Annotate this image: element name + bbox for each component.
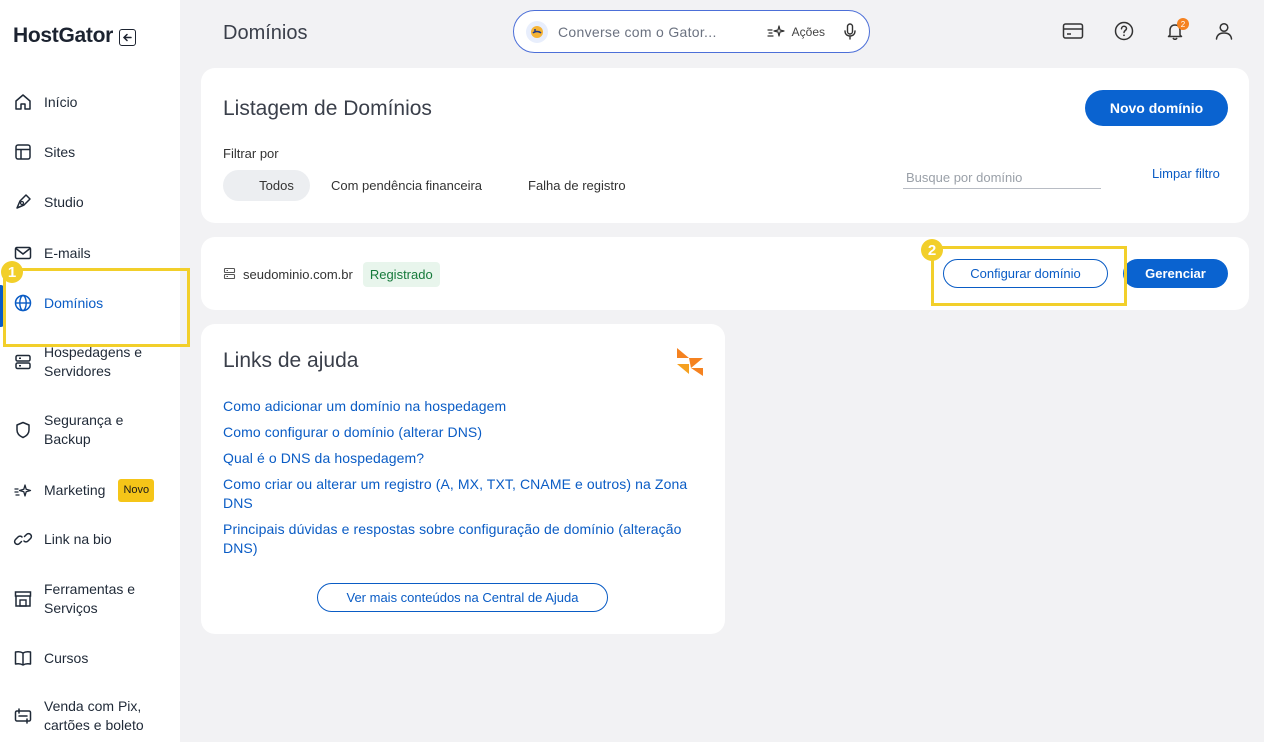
domain-search-input[interactable]: Busque por domínio — [903, 166, 1101, 189]
filter-chip-registration-failure[interactable]: Falha de registro — [528, 170, 626, 201]
help-link[interactable]: Como configurar o domínio (alterar DNS) — [223, 423, 713, 442]
sidebar-item-label: Segurança e Backup — [44, 412, 124, 447]
sidebar-item-cursos[interactable]: Cursos — [13, 648, 88, 668]
help-link[interactable]: Principais dúvidas e respostas sobre con… — [223, 520, 713, 558]
sidebar-item-label: Cursos — [44, 649, 89, 666]
chat-input-placeholder[interactable]: Converse com o Gator... — [558, 24, 767, 40]
step-badge-1: 1 — [1, 261, 23, 283]
filter-label: Filtrar por — [223, 146, 279, 161]
sidebar-item-label: Sites — [44, 143, 76, 160]
magic-wand-icon — [767, 24, 785, 37]
highlight-box-step-2 — [931, 246, 1127, 306]
sidebar-item-label: Studio — [44, 193, 84, 210]
sidebar-item-venda[interactable]: Venda com Pix, cartões e boleto — [13, 697, 162, 735]
server-small-icon — [223, 267, 236, 283]
filter-chip-all[interactable]: Todos — [223, 170, 310, 201]
filter-chip-financial-pending[interactable]: Com pendência financeira — [331, 170, 482, 201]
highlight-box-step-1 — [3, 268, 190, 347]
manage-button[interactable]: Gerenciar — [1123, 259, 1228, 288]
status-badge: Registrado — [362, 262, 440, 287]
sidebar-item-label: Início — [44, 93, 78, 110]
help-links-card: Links de ajuda Como adicionar um domínio… — [201, 324, 725, 634]
sidebar-item-seguranca[interactable]: Segurança e Backup — [13, 411, 144, 449]
sidebar-item-label: Hospedagens e Servidores — [44, 344, 143, 379]
brand-logo[interactable]: HostGator — [13, 24, 136, 48]
actions-button[interactable]: Ações — [767, 24, 825, 40]
server-icon — [13, 352, 33, 372]
domain-name[interactable]: seudominio.com.br — [243, 267, 353, 282]
sidebar-item-link-na-bio[interactable]: Link na bio — [13, 529, 112, 549]
help-link[interactable]: Qual é o DNS da hospedagem? — [223, 449, 713, 468]
hostgator-mark-icon — [675, 346, 705, 376]
domain-listing-card: Listagem de Domínios Novo domínio Filtra… — [201, 68, 1249, 223]
gator-assistant-icon — [526, 20, 548, 43]
step-badge-2: 2 — [921, 239, 943, 261]
notifications-bell-icon[interactable]: 2 — [1164, 18, 1189, 42]
sidebar: HostGator Início Sites Studio E-mails Do… — [0, 0, 180, 742]
mail-icon — [13, 243, 33, 263]
sidebar-item-label: Marketing — [44, 482, 106, 498]
user-profile-icon[interactable] — [1213, 20, 1235, 42]
book-icon — [13, 648, 33, 668]
home-icon — [13, 92, 33, 112]
gator-chat-bar[interactable]: Converse com o Gator... Ações — [513, 10, 870, 53]
sidebar-item-hospedagens[interactable]: Hospedagens e Servidores — [13, 343, 159, 381]
layout-icon — [13, 142, 33, 162]
help-links-list: Como adicionar um domínio na hospedagem … — [223, 397, 713, 565]
clear-filter-link[interactable]: Limpar filtro — [1152, 166, 1220, 181]
new-domain-button[interactable]: Novo domínio — [1085, 90, 1228, 126]
new-badge: Novo — [118, 479, 155, 502]
help-icon[interactable] — [1113, 20, 1135, 42]
sidebar-item-sites[interactable]: Sites — [13, 142, 75, 162]
notification-count-badge: 2 — [1177, 18, 1189, 30]
sidebar-item-studio[interactable]: Studio — [13, 192, 84, 212]
sidebar-item-ferramentas[interactable]: Ferramentas e Serviços — [13, 580, 149, 618]
shield-icon — [13, 420, 33, 440]
sidebar-item-inicio[interactable]: Início — [13, 92, 77, 112]
help-title: Links de ajuda — [223, 349, 359, 372]
sidebar-item-label: Ferramentas e Serviços — [44, 581, 136, 616]
listing-title: Listagem de Domínios — [223, 97, 432, 120]
payment-icon — [13, 706, 33, 726]
brand-name: HostGator — [13, 24, 113, 47]
sidebar-item-label: Link na bio — [44, 530, 112, 547]
store-icon — [13, 589, 33, 609]
help-link[interactable]: Como criar ou alterar um registro (A, MX… — [223, 475, 713, 513]
help-center-button[interactable]: Ver mais conteúdos na Central de Ajuda — [317, 583, 608, 612]
billing-card-icon[interactable] — [1062, 20, 1084, 42]
sparkle-icon — [13, 481, 33, 501]
sidebar-item-emails[interactable]: E-mails — [13, 243, 91, 263]
sidebar-item-marketing[interactable]: Marketing Novo — [13, 479, 155, 502]
page-title: Domínios — [223, 22, 308, 44]
link-icon — [13, 529, 33, 549]
domain-row: seudominio.com.br Registrado — [223, 262, 440, 287]
actions-label: Ações — [791, 24, 825, 39]
pen-tool-icon — [13, 192, 33, 212]
sidebar-item-label: E-mails — [44, 244, 91, 261]
collapse-sidebar-icon[interactable] — [118, 29, 136, 46]
sidebar-item-label: Venda com Pix, cartões e boleto — [44, 698, 144, 733]
help-link[interactable]: Como adicionar um domínio na hospedagem — [223, 397, 713, 416]
microphone-icon[interactable] — [843, 22, 857, 41]
